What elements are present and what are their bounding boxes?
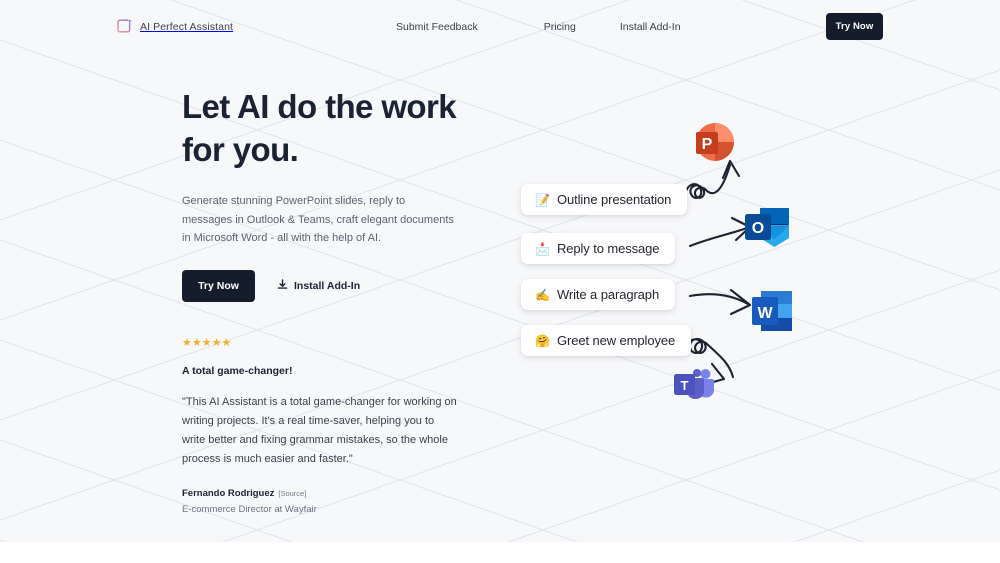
page-title: Let AI do the work for you. xyxy=(182,85,482,171)
writing-hand-emoji-icon: ✍️ xyxy=(535,287,550,302)
site-header: AI Perfect Assistant Submit Feedback Pri… xyxy=(0,0,1000,53)
word-icon: W xyxy=(750,289,794,338)
nav-link-install-add-in[interactable]: Install Add-In xyxy=(620,21,681,33)
chip-label: Write a paragraph xyxy=(556,287,660,302)
memo-emoji-icon: 📝 xyxy=(535,192,550,207)
download-icon xyxy=(277,278,288,293)
landing-page: AI Perfect Assistant Submit Feedback Pri… xyxy=(0,0,1000,563)
connector-arrows xyxy=(684,159,752,386)
chip-outline-presentation[interactable]: 📝 Outline presentation xyxy=(521,184,688,215)
brand-name: AI Perfect Assistant xyxy=(140,20,234,33)
review-author-role: E-commerce Director at Wayfair xyxy=(182,503,317,515)
review-title: A total game-changer! xyxy=(182,364,293,377)
svg-text:P: P xyxy=(702,136,713,153)
hero-try-now-button[interactable]: Try Now xyxy=(182,269,255,302)
headline-line-1: Let AI do the work xyxy=(182,88,457,125)
hero-install-add-in-label: Install Add-In xyxy=(294,279,361,292)
hugging-face-emoji-icon: 🤗 xyxy=(535,333,550,348)
sparkle-square-logo-icon xyxy=(116,18,133,35)
review-star-rating: ★★★★★ xyxy=(182,336,232,349)
hero-content: Let AI do the work for you. Generate stu… xyxy=(182,85,482,515)
svg-text:T: T xyxy=(681,378,689,393)
brand-logo-link[interactable]: AI Perfect Assistant xyxy=(116,18,233,35)
svg-text:O: O xyxy=(752,220,764,237)
chip-reply-to-message[interactable]: 📩 Reply to message xyxy=(521,233,676,264)
review-author-row: Fernando Rodriguez [Source] xyxy=(182,488,482,499)
chip-write-a-paragraph[interactable]: ✍️ Write a paragraph xyxy=(521,279,676,310)
svg-text:W: W xyxy=(757,305,773,322)
header-try-now-button[interactable]: Try Now xyxy=(826,13,883,40)
hero-install-add-in-link[interactable]: Install Add-In xyxy=(277,278,361,293)
headline-line-2: for you. xyxy=(182,131,299,168)
hero-subheading: Generate stunning PowerPoint slides, rep… xyxy=(182,195,454,244)
teams-icon: T xyxy=(674,367,714,406)
chip-label: Outline presentation xyxy=(556,192,672,207)
review-author-name: Fernando Rodriguez xyxy=(182,487,275,499)
hero-illustration: 📝 Outline presentation 📩 Reply to messag… xyxy=(0,0,1000,563)
review-body: "This AI Assistant is a total game-chang… xyxy=(182,395,457,465)
nav-link-pricing[interactable]: Pricing xyxy=(544,21,576,33)
primary-navigation: Submit Feedback Pricing Install Add-In xyxy=(396,21,681,33)
section-divider xyxy=(0,542,1000,563)
chip-label: Greet new employee xyxy=(556,333,676,348)
review-source-link[interactable]: [Source] xyxy=(278,489,306,498)
chip-label: Reply to message xyxy=(556,241,660,256)
chip-greet-new-employee[interactable]: 🤗 Greet new employee xyxy=(521,325,692,356)
incoming-envelope-emoji-icon: 📩 xyxy=(535,241,550,256)
nav-link-submit-feedback[interactable]: Submit Feedback xyxy=(396,21,478,33)
powerpoint-icon: P xyxy=(692,119,738,170)
outlook-icon: O xyxy=(744,205,790,254)
hero-cta-row: Try Now Install Add-In xyxy=(182,269,482,302)
